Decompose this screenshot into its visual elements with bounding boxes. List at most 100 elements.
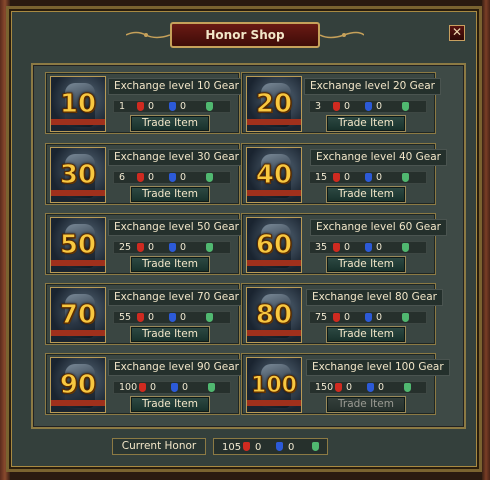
- level-badge: 20: [255, 89, 293, 120]
- cost-row: 25 0 0: [113, 241, 231, 254]
- level-badge: 50: [59, 230, 97, 261]
- gear-item-icon[interactable]: 20: [246, 76, 302, 132]
- trade-item-button-disabled[interactable]: Trade Item: [326, 396, 406, 413]
- trade-item-button[interactable]: Trade Item: [326, 256, 406, 273]
- level-badge: 90: [59, 370, 97, 401]
- trade-item-button[interactable]: Trade Item: [130, 396, 210, 413]
- green-shield-icon: [206, 102, 213, 111]
- gear-item-icon[interactable]: 60: [246, 217, 302, 273]
- item-label: Exchange level 20 Gear: [304, 78, 441, 95]
- cost-row: 35 0 0: [309, 241, 427, 254]
- red-cost: 0: [344, 172, 351, 183]
- gear-item-icon[interactable]: 100: [246, 357, 302, 413]
- trade-item-button[interactable]: Trade Item: [130, 186, 210, 203]
- close-button[interactable]: ✕: [449, 25, 465, 41]
- gear-item-icon[interactable]: 80: [246, 287, 302, 343]
- shop-item-level-20: 20 Exchange level 20 Gear 3 0 0 Trade It…: [241, 72, 441, 134]
- blue-cost: 0: [180, 172, 187, 183]
- item-label: Exchange level 90 Gear: [108, 359, 245, 376]
- blue-shield-icon: [365, 313, 372, 322]
- cost-row: 1 0 0: [113, 100, 231, 113]
- red-cost: 0: [346, 382, 353, 393]
- honor-cost: 100: [119, 382, 138, 393]
- red-cost: 0: [344, 242, 351, 253]
- red-cost: 0: [344, 312, 351, 323]
- red-shield-icon: [333, 243, 340, 252]
- cost-row: 3 0 0: [309, 100, 427, 113]
- green-shield-icon: [312, 442, 319, 451]
- blue-shield-icon: [169, 102, 176, 111]
- window-title: Honor Shop: [170, 22, 320, 48]
- trade-item-button[interactable]: Trade Item: [326, 115, 406, 132]
- level-badge: 40: [255, 160, 293, 191]
- red-cost: 0: [148, 101, 155, 112]
- green-shield-icon: [402, 102, 409, 111]
- item-label: Exchange level 60 Gear: [310, 219, 447, 236]
- item-label: Exchange level 70 Gear: [108, 289, 245, 306]
- green-shield-icon: [206, 243, 213, 252]
- blue-shield-icon: [365, 243, 372, 252]
- item-label: Exchange level 80 Gear: [306, 289, 443, 306]
- cost-row: 100 0 0: [113, 381, 231, 394]
- item-label: Exchange level 50 Gear: [108, 219, 245, 236]
- gear-item-icon[interactable]: 90: [50, 357, 106, 413]
- green-shield-icon: [402, 313, 409, 322]
- trade-item-button[interactable]: Trade Item: [326, 186, 406, 203]
- red-shield-icon: [139, 383, 146, 392]
- cost-row: 55 0 0: [113, 311, 231, 324]
- shop-item-level-50: 50 Exchange level 50 Gear 25 0 0 Trade I…: [45, 213, 245, 275]
- gear-item-icon[interactable]: 50: [50, 217, 106, 273]
- red-shield-icon: [333, 313, 340, 322]
- shop-item-level-70: 70 Exchange level 70 Gear 55 0 0 Trade I…: [45, 283, 245, 345]
- item-label: Exchange level 30 Gear: [108, 149, 245, 166]
- trade-item-button[interactable]: Trade Item: [326, 326, 406, 343]
- level-badge: 10: [59, 89, 97, 120]
- blue-cost: 0: [376, 101, 383, 112]
- green-shield-icon: [206, 173, 213, 182]
- shop-item-level-80: 80 Exchange level 80 Gear 75 0 0 Trade I…: [241, 283, 443, 345]
- cost-row: 150 0 0: [309, 381, 427, 394]
- shop-item-level-40: 40 Exchange level 40 Gear 15 0 0 Trade I…: [241, 143, 447, 205]
- blue-cost: 0: [182, 382, 189, 393]
- blue-shield-icon: [169, 243, 176, 252]
- shop-item-level-30: 30 Exchange level 30 Gear 6 0 0 Trade It…: [45, 143, 245, 205]
- gear-item-icon[interactable]: 30: [50, 147, 106, 203]
- cost-row: 75 0 0: [309, 311, 427, 324]
- blue-cost: 0: [376, 312, 383, 323]
- green-shield-icon: [206, 313, 213, 322]
- item-label: Exchange level 40 Gear: [310, 149, 447, 166]
- trade-item-button[interactable]: Trade Item: [130, 256, 210, 273]
- blue-shield-icon: [365, 173, 372, 182]
- blue-shield-icon: [276, 442, 283, 451]
- gear-item-icon[interactable]: 40: [246, 147, 302, 203]
- trade-item-button[interactable]: Trade Item: [130, 115, 210, 132]
- level-badge: 80: [255, 300, 293, 331]
- gear-item-icon[interactable]: 10: [50, 76, 106, 132]
- trade-item-button[interactable]: Trade Item: [130, 326, 210, 343]
- current-blue-value: 0: [288, 442, 295, 453]
- item-label: Exchange level 10 Gear: [108, 78, 245, 95]
- honor-cost: 3: [315, 101, 322, 112]
- blue-shield-icon: [365, 102, 372, 111]
- title-ornament-left: [126, 31, 170, 39]
- red-shield-icon: [335, 383, 342, 392]
- blue-cost: 0: [180, 242, 187, 253]
- blue-shield-icon: [367, 383, 374, 392]
- red-shield-icon: [333, 102, 340, 111]
- red-shield-icon: [243, 442, 250, 451]
- red-cost: 0: [148, 242, 155, 253]
- blue-shield-icon: [171, 383, 178, 392]
- honor-cost: 25: [119, 242, 132, 253]
- item-label: Exchange level 100 Gear: [306, 359, 450, 376]
- red-shield-icon: [137, 173, 144, 182]
- shop-item-level-90: 90 Exchange level 90 Gear 100 0 0 Trade …: [45, 353, 245, 415]
- blue-cost: 0: [180, 312, 187, 323]
- blue-shield-icon: [169, 173, 176, 182]
- current-honor-label: Current Honor: [112, 438, 206, 455]
- level-badge: 70: [59, 300, 97, 331]
- current-honor-value: 105: [222, 442, 242, 453]
- red-shield-icon: [333, 173, 340, 182]
- green-shield-icon: [402, 243, 409, 252]
- background-frame-right: [482, 0, 490, 480]
- gear-item-icon[interactable]: 70: [50, 287, 106, 343]
